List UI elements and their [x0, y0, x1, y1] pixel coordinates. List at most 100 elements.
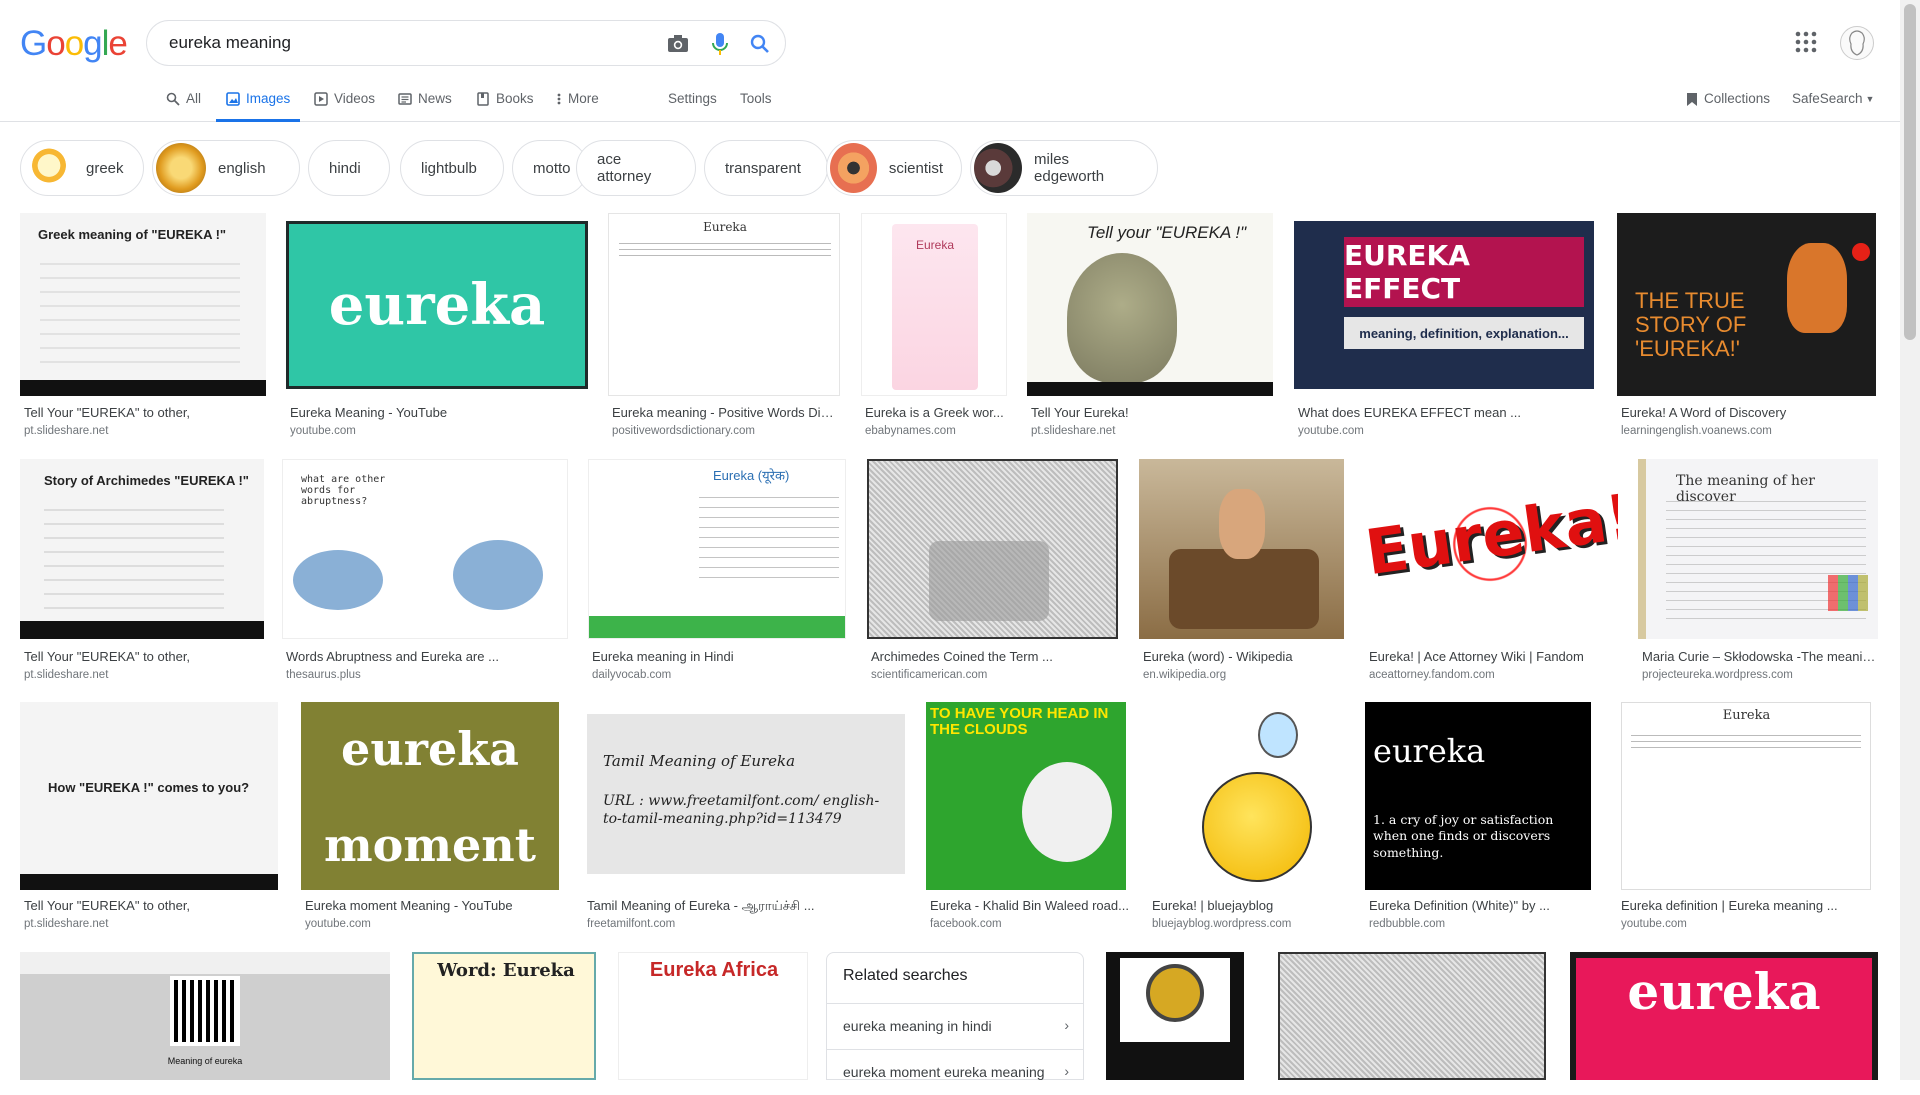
result-domain[interactable]: scientificamerican.com	[871, 669, 987, 681]
related-search-item[interactable]: eureka moment eureka meaning ›	[827, 1049, 1083, 1095]
scrollbar-thumb[interactable]	[1904, 4, 1916, 340]
image-result[interactable]: eureka	[1570, 952, 1878, 1080]
search-input[interactable]	[167, 21, 647, 65]
image-result[interactable]: eureka Eureka Meaning - YouTube youtube.…	[286, 213, 588, 443]
result-domain[interactable]: youtube.com	[305, 918, 371, 930]
image-result[interactable]: Greek meaning of "EUREKA !" Tell Your "E…	[20, 213, 266, 443]
result-title[interactable]: Words Abruptness and Eureka are ...	[286, 649, 566, 664]
image-result[interactable]	[1278, 952, 1546, 1080]
result-title[interactable]: Tell Your "EUREKA" to other,	[24, 898, 276, 913]
apps-grid-icon[interactable]	[1794, 30, 1818, 54]
result-title[interactable]: Eureka Meaning - YouTube	[290, 405, 586, 420]
result-title[interactable]: Eureka! | Ace Attorney Wiki | Fandom	[1369, 649, 1616, 664]
settings-link[interactable]: Settings	[668, 86, 717, 122]
chip-hindi[interactable]: hindi	[308, 140, 390, 196]
image-result[interactable]: Eureka Eureka definition | Eureka meanin…	[1617, 702, 1876, 942]
result-title[interactable]: Eureka! | bluejayblog	[1152, 898, 1342, 913]
image-result[interactable]: Eureka (यूरेक) Eureka meaning in Hindi d…	[588, 459, 846, 689]
avatar[interactable]	[1840, 26, 1874, 60]
tools-link[interactable]: Tools	[740, 86, 772, 122]
chip-greek[interactable]: greek	[20, 140, 144, 196]
result-title[interactable]: What does EUREKA EFFECT mean ...	[1298, 405, 1592, 420]
image-result[interactable]: Eureka! | bluejayblog bluejayblog.wordpr…	[1148, 702, 1344, 942]
chip-transparent[interactable]: transparent	[704, 140, 828, 196]
result-domain[interactable]: aceattorney.fandom.com	[1369, 669, 1495, 681]
image-result[interactable]: Story of Archimedes "EUREKA !" Tell Your…	[20, 459, 264, 689]
chip-scientist[interactable]: scientist	[826, 140, 962, 196]
result-title[interactable]: Eureka! A Word of Discovery	[1621, 405, 1874, 420]
image-result[interactable]: Eureka (word) - Wikipedia en.wikipedia.o…	[1139, 459, 1344, 689]
result-domain[interactable]: ebabynames.com	[865, 425, 956, 437]
chip-lightbulb[interactable]: lightbulb	[400, 140, 504, 196]
result-domain[interactable]: pt.slideshare.net	[24, 425, 108, 437]
result-domain[interactable]: youtube.com	[1298, 425, 1364, 437]
result-domain[interactable]: bluejayblog.wordpress.com	[1152, 918, 1291, 930]
result-domain[interactable]: youtube.com	[1621, 918, 1687, 930]
image-result[interactable]: Meaning of eureka	[20, 952, 390, 1080]
thumbnail-subcaption: 1. a cry of joy or satisfaction when one…	[1373, 812, 1554, 860]
result-title[interactable]: Tell Your "EUREKA" to other,	[24, 649, 262, 664]
result-domain[interactable]: projecteureka.wordpress.com	[1642, 669, 1793, 681]
image-result[interactable]: The meaning of her discover Maria Curie …	[1638, 459, 1878, 689]
result-domain[interactable]: facebook.com	[930, 918, 1002, 930]
microphone-icon[interactable]	[707, 31, 733, 57]
tab-more[interactable]: More	[556, 86, 599, 122]
result-domain[interactable]: positivewordsdictionary.com	[612, 425, 755, 437]
tab-videos[interactable]: Videos	[314, 86, 375, 122]
image-result[interactable]: eureka moment Eureka moment Meaning - Yo…	[301, 702, 559, 942]
result-title[interactable]: Tell Your Eureka!	[1031, 405, 1271, 420]
result-domain[interactable]: learningenglish.voanews.com	[1621, 425, 1772, 437]
result-domain[interactable]: en.wikipedia.org	[1143, 669, 1226, 681]
result-domain[interactable]: youtube.com	[290, 425, 356, 437]
google-logo[interactable]: Google	[20, 24, 128, 64]
chip-miles-edgeworth[interactable]: miles edgeworth	[970, 140, 1158, 196]
result-title[interactable]: Tamil Meaning of Eureka - ஆராய்ச்சி ...	[587, 898, 903, 915]
page-scrollbar[interactable]	[1900, 0, 1920, 1080]
search-icon[interactable]	[747, 31, 773, 57]
image-result[interactable]	[1106, 952, 1244, 1080]
result-title[interactable]: Eureka meaning in Hindi	[592, 649, 844, 664]
image-result[interactable]: Tell your "EUREKA !" Tell Your Eureka! p…	[1027, 213, 1273, 443]
result-title[interactable]: Tell Your "EUREKA" to other,	[24, 405, 264, 420]
camera-icon[interactable]	[665, 31, 691, 57]
chip-english[interactable]: english	[152, 140, 300, 196]
result-domain[interactable]: pt.slideshare.net	[1031, 425, 1115, 437]
result-title[interactable]: Eureka moment Meaning - YouTube	[305, 898, 557, 913]
image-result[interactable]: Tamil Meaning of Eureka URL : www.freeta…	[583, 702, 905, 942]
tab-books[interactable]: Books	[476, 86, 534, 122]
result-domain[interactable]: thesaurus.plus	[286, 669, 361, 681]
search-box[interactable]	[146, 20, 786, 66]
result-title[interactable]: Archimedes Coined the Term ...	[871, 649, 1116, 664]
image-result[interactable]: Eureka! Eureka! | Ace Attorney Wiki | Fa…	[1365, 459, 1618, 689]
tab-images[interactable]: Images	[216, 86, 301, 122]
result-domain[interactable]: pt.slideshare.net	[24, 918, 108, 930]
chip-ace-attorney[interactable]: ace attorney	[576, 140, 696, 196]
image-result[interactable]: TO HAVE YOUR HEAD IN THE CLOUDS Eureka -…	[926, 702, 1129, 942]
image-result[interactable]: Eureka Eureka meaning - Positive Words D…	[608, 213, 840, 443]
related-search-item[interactable]: eureka meaning in hindi ›	[827, 1003, 1083, 1049]
result-title[interactable]: Maria Curie – Skłodowska -The meanin...	[1642, 649, 1876, 664]
result-title[interactable]: Eureka Definition (White)" by ...	[1369, 898, 1589, 913]
result-title[interactable]: Eureka meaning - Positive Words Dicti...	[612, 405, 838, 420]
image-result[interactable]: Eureka Africa	[618, 952, 808, 1080]
result-domain[interactable]: redbubble.com	[1369, 918, 1445, 930]
image-result[interactable]: Archimedes Coined the Term ... scientifi…	[867, 459, 1118, 689]
result-domain[interactable]: pt.slideshare.net	[24, 669, 108, 681]
image-result[interactable]: Word: Eureka	[412, 952, 596, 1080]
collections-link[interactable]: Collections	[1686, 86, 1770, 122]
tab-news[interactable]: News	[398, 86, 452, 122]
result-title[interactable]: Eureka - Khalid Bin Waleed road...	[930, 898, 1130, 913]
image-result[interactable]: THE TRUE STORY OF 'EUREKA!' Eureka! A Wo…	[1617, 213, 1876, 443]
result-title[interactable]: Eureka is a Greek wor...	[865, 405, 1005, 420]
tab-all[interactable]: All	[166, 86, 201, 122]
result-title[interactable]: Eureka definition | Eureka meaning ...	[1621, 898, 1874, 913]
result-domain[interactable]: dailyvocab.com	[592, 669, 671, 681]
image-result[interactable]: How "EUREKA !" comes to you? Tell Your "…	[20, 702, 278, 942]
result-title[interactable]: Eureka (word) - Wikipedia	[1143, 649, 1342, 664]
image-result[interactable]: Eureka Eureka is a Greek wor... ebabynam…	[861, 213, 1007, 443]
image-result[interactable]: eureka 1. a cry of joy or satisfaction w…	[1365, 702, 1591, 942]
image-result[interactable]: EUREKA EFFECT meaning, definition, expla…	[1294, 213, 1594, 443]
image-result[interactable]: what are other words for abruptness? Wor…	[282, 459, 568, 689]
result-domain[interactable]: freetamilfont.com	[587, 918, 675, 930]
safesearch-dropdown[interactable]: SafeSearch ▼	[1792, 86, 1874, 122]
